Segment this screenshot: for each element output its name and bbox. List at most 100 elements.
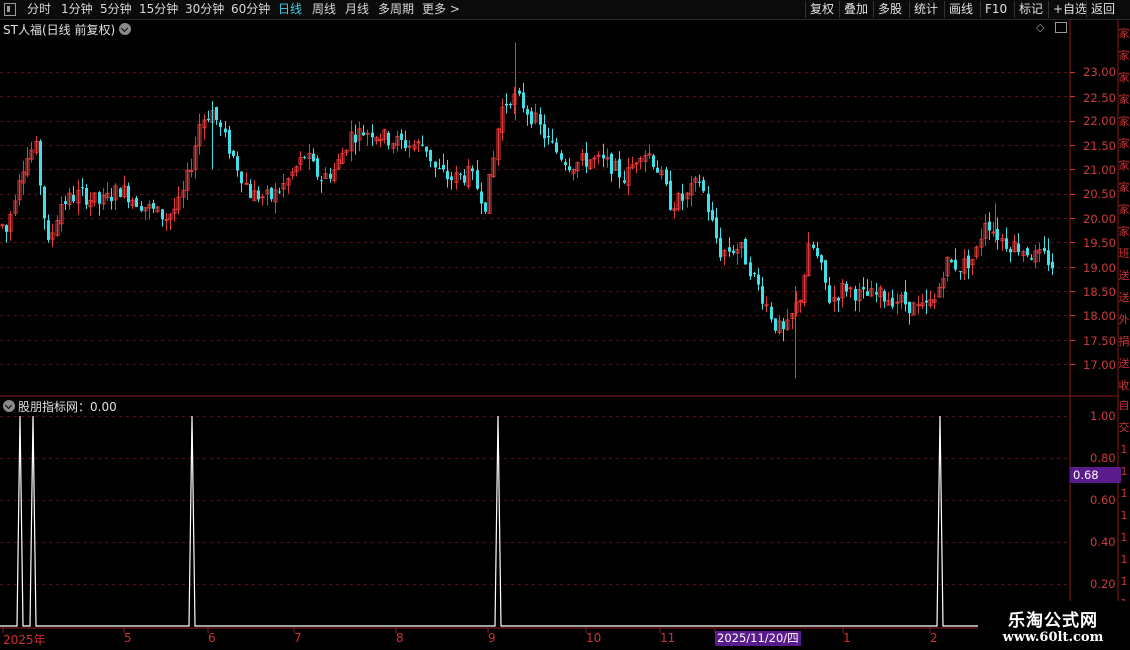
candle-down — [320, 180, 323, 182]
candle-down — [421, 144, 424, 146]
info-strip-char: 家 — [1118, 27, 1130, 40]
candle-down — [207, 118, 210, 121]
candle-down — [820, 255, 823, 263]
candle-down — [1009, 248, 1012, 253]
watermark-logo: 乐淘公式网 www.60lt.com — [978, 601, 1128, 650]
chart-options-icon[interactable] — [119, 23, 131, 35]
candle-down — [681, 193, 684, 201]
price-label: 23.00 — [1083, 65, 1116, 79]
candle-down — [476, 170, 479, 189]
watermark-url: www.60lt.com — [1002, 630, 1104, 645]
candle-down — [560, 153, 563, 160]
candle-down — [362, 132, 365, 136]
candle-down — [484, 202, 487, 212]
candle-down — [400, 133, 403, 140]
time-label: 11 — [660, 631, 676, 645]
time-label: 9 — [488, 631, 496, 645]
date-cursor-label: 2025/11/20/四 — [715, 631, 801, 646]
candle-down — [85, 188, 88, 205]
time-label: 2025年 — [3, 633, 46, 647]
price-label: 18.00 — [1083, 309, 1116, 323]
indicator-options-icon[interactable] — [3, 400, 15, 412]
indicator-cursor-value: 0.68 — [1070, 467, 1121, 483]
candle-down — [551, 140, 554, 143]
candle-down — [543, 124, 546, 139]
time-label: 6 — [208, 631, 216, 645]
candle-up — [895, 301, 900, 304]
candle-down — [711, 210, 714, 221]
candle-down — [232, 150, 235, 157]
candle-down — [509, 104, 512, 106]
candle-down — [988, 221, 991, 231]
candle-down — [459, 173, 462, 175]
candle-down — [967, 255, 970, 269]
price-label: 19.00 — [1083, 261, 1116, 275]
candle-up — [244, 182, 249, 185]
candle-down — [530, 111, 533, 125]
candle-down — [824, 260, 827, 283]
candle-down — [257, 190, 260, 200]
candle-down — [702, 180, 705, 192]
candle-down — [110, 196, 113, 202]
candle-down — [568, 166, 571, 171]
candle-up — [916, 304, 921, 307]
price-label: 22.00 — [1083, 114, 1116, 128]
info-strip-char: 1 — [1120, 575, 1128, 588]
candle-down — [950, 259, 953, 263]
candle-down — [996, 228, 999, 241]
candle-down — [152, 203, 155, 209]
candle-down — [446, 170, 449, 180]
candle-down — [1043, 247, 1046, 252]
candle-down — [518, 90, 521, 94]
candle-down — [438, 168, 441, 170]
candle-down — [959, 271, 962, 273]
candle-down — [925, 300, 928, 303]
candle-down — [728, 247, 731, 252]
candle-down — [610, 153, 613, 174]
candle-down — [837, 297, 840, 301]
candle-up — [592, 157, 597, 160]
window-toggle-icon[interactable] — [1055, 22, 1067, 33]
candle-down — [623, 180, 626, 183]
candle-down — [224, 128, 227, 133]
kline-chart[interactable] — [0, 0, 1130, 650]
diamond-icon[interactable]: ◇ — [1036, 21, 1044, 34]
candle-down — [656, 167, 659, 173]
candle-down — [866, 291, 869, 296]
candle-down — [883, 291, 886, 302]
candle-down — [652, 155, 655, 167]
candle-down — [354, 134, 357, 143]
candle-down — [1051, 261, 1054, 269]
candle-down — [127, 185, 130, 203]
candle-down — [236, 156, 239, 171]
candle-down — [505, 103, 508, 106]
candle-down — [854, 288, 857, 301]
candle-down — [404, 140, 407, 149]
info-strip-char: 交 — [1118, 421, 1130, 434]
candle-down — [1026, 248, 1029, 256]
candle-down — [526, 109, 529, 115]
candle-down — [72, 194, 75, 202]
candle-down — [845, 283, 848, 292]
candle-down — [329, 173, 332, 179]
candle-down — [732, 250, 735, 254]
indicator-label: 0.20 — [1090, 577, 1116, 591]
candle-down — [270, 187, 273, 200]
candle-down — [312, 153, 315, 162]
candle-down — [715, 217, 718, 239]
info-strip-char: 外 — [1118, 313, 1130, 326]
candle-down — [602, 154, 605, 159]
candle-down — [119, 188, 122, 197]
candle-down — [442, 164, 445, 170]
info-strip-char: 送 — [1118, 357, 1130, 370]
candle-down — [1005, 238, 1008, 249]
info-strip-char: 送 — [1118, 291, 1130, 304]
info-strip-char: 1 — [1120, 531, 1128, 544]
info-strip: 家家家家家家家家家家班送送外捐送收自交11111111 — [1118, 19, 1130, 650]
candle-down — [770, 306, 773, 320]
candle-down — [429, 149, 432, 162]
candle-down — [757, 274, 760, 285]
info-strip-char: 送 — [1118, 269, 1130, 282]
candle-down — [471, 168, 474, 172]
time-label: 10 — [586, 631, 602, 645]
